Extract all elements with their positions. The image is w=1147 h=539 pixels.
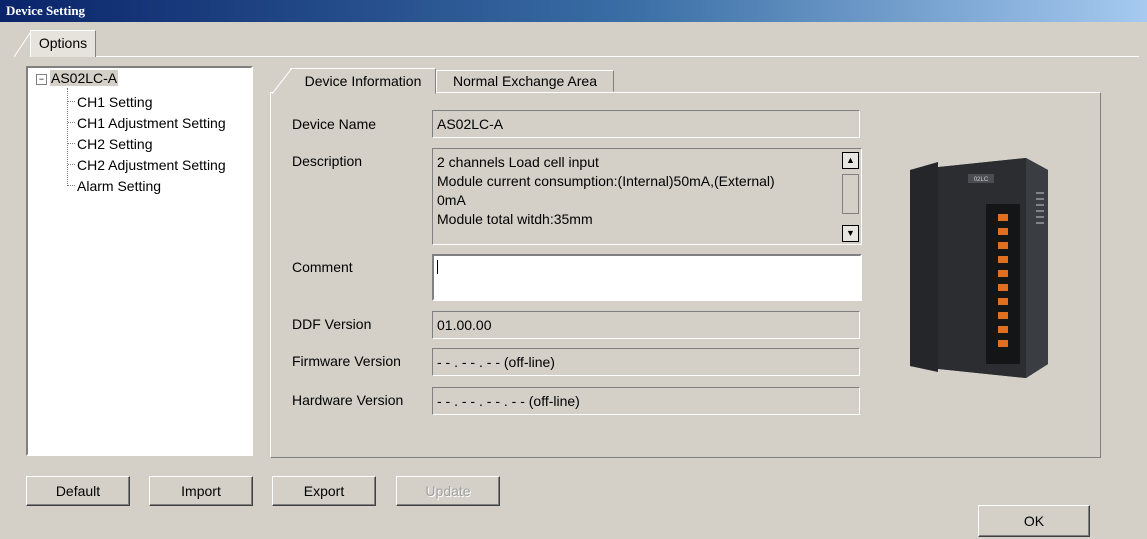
ok-button[interactable]: OK: [978, 505, 1090, 537]
device-badge: 02LC: [974, 177, 989, 183]
description-box[interactable]: 2 channels Load cell input Module curren…: [432, 148, 862, 245]
tree-item-label: CH2 Adjustment Setting: [77, 157, 226, 173]
device-name-label: Device Name: [292, 116, 377, 132]
comment-input[interactable]: [432, 254, 862, 301]
import-button[interactable]: Import: [149, 476, 253, 506]
tab-normal-exchange-area[interactable]: Normal Exchange Area: [436, 70, 614, 92]
description-text: 2 channels Load cell input Module curren…: [437, 153, 837, 229]
tree-root-label: AS02LC-A: [50, 70, 119, 86]
tab-device-information[interactable]: Device Information: [290, 68, 436, 94]
tree-item-ch1-adjustment[interactable]: CH1 Adjustment Setting: [68, 113, 226, 133]
description-label: Description: [292, 153, 363, 169]
tab-options[interactable]: Options: [30, 30, 96, 57]
ddf-version-label: DDF Version: [292, 316, 372, 332]
ddf-version-field: 01.00.00: [432, 311, 860, 339]
description-line: 2 channels Load cell input: [437, 154, 599, 170]
tree-item-label: Alarm Setting: [77, 178, 162, 194]
hardware-version-field: - - . - - . - - . - - (off-line): [432, 387, 860, 415]
window-title: Device Setting: [0, 0, 1147, 22]
description-line: Module total witdh:35mm: [437, 211, 593, 227]
tree-item-label: CH1 Setting: [77, 94, 153, 110]
tree-item-ch2-adjustment[interactable]: CH2 Adjustment Setting: [68, 155, 226, 175]
tree-item-label: CH1 Adjustment Setting: [77, 115, 226, 131]
default-button[interactable]: Default: [26, 476, 130, 506]
device-tree[interactable]: − AS02LC-A CH1 Setting CH1 Adjustment Set…: [26, 66, 253, 456]
update-button: Update: [396, 476, 500, 506]
description-scrollbar[interactable]: ▲ ▼: [842, 152, 859, 242]
description-line: Module current consumption:(Internal)50m…: [437, 173, 775, 189]
tree-item-alarm-setting[interactable]: Alarm Setting: [68, 176, 161, 196]
firmware-version-field: - - . - - . - - (off-line): [432, 348, 860, 376]
tree-item-label: CH2 Setting: [77, 136, 153, 152]
text-caret: [437, 260, 438, 274]
hardware-version-label: Hardware Version: [292, 392, 404, 408]
scroll-up-icon[interactable]: ▲: [842, 152, 859, 169]
export-button[interactable]: Export: [272, 476, 376, 506]
collapse-icon[interactable]: −: [36, 74, 47, 85]
firmware-version-label: Firmware Version: [292, 353, 401, 369]
tree-item-ch1-setting[interactable]: CH1 Setting: [68, 92, 152, 112]
tree-item-ch2-setting[interactable]: CH2 Setting: [68, 134, 152, 154]
device-module-image: 02LC: [910, 158, 1048, 378]
description-line: 0mA: [437, 192, 466, 208]
scroll-thumb[interactable]: [842, 174, 859, 214]
device-name-field: AS02LC-A: [432, 110, 860, 138]
options-divider: [96, 56, 1139, 57]
tree-root[interactable]: − AS02LC-A: [36, 69, 119, 87]
tab-slant: [272, 68, 292, 94]
scroll-down-icon[interactable]: ▼: [842, 225, 859, 242]
comment-label: Comment: [292, 259, 353, 275]
